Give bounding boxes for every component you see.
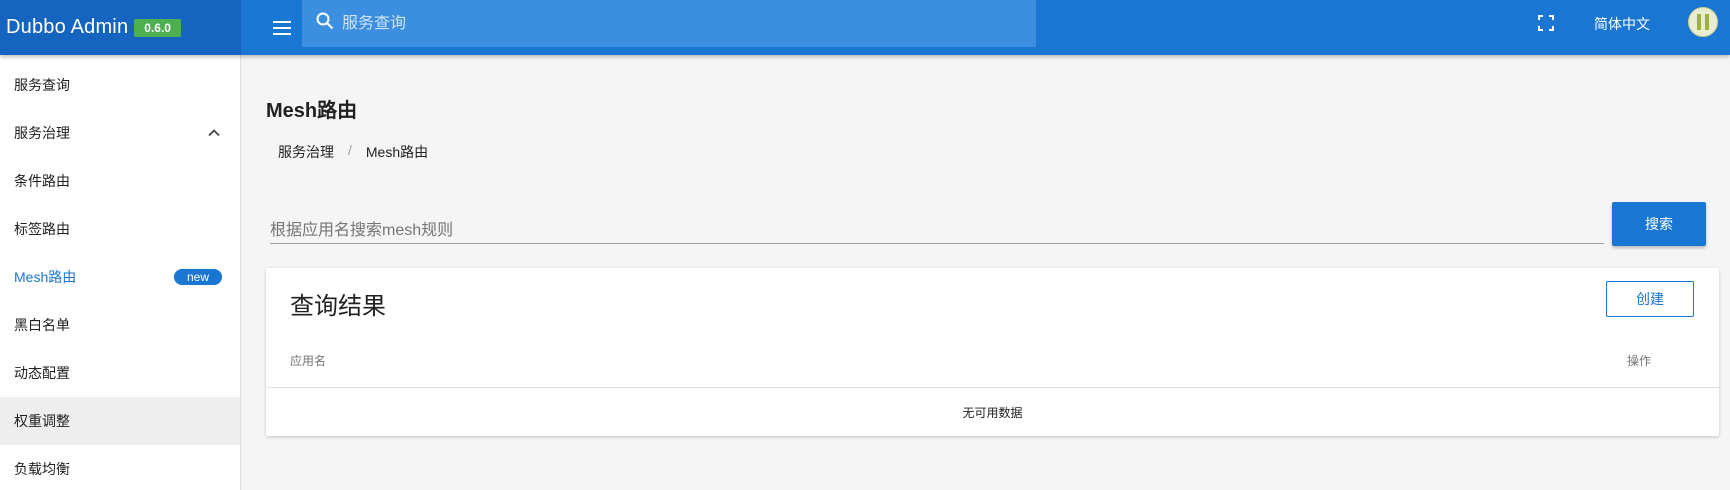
sidebar-item-weight-adjust[interactable]: 权重调整 [0, 397, 240, 445]
empty-state-text: 无可用数据 [962, 406, 1023, 420]
sidebar-item-mesh-route[interactable]: Mesh路由 new [0, 253, 240, 301]
sidebar-item-tag-route[interactable]: 标签路由 [0, 205, 240, 253]
sidebar-item-service-query[interactable]: 服务查询 [0, 61, 240, 109]
mesh-rule-search-input[interactable] [270, 208, 1604, 246]
sidebar-item-label: 服务查询 [14, 77, 70, 93]
page-title: Mesh路由 [266, 100, 358, 122]
brand[interactable]: Dubbo Admin 0.6.0 [0, 0, 241, 55]
column-header-app-name[interactable]: 应用名 [290, 352, 326, 369]
global-search-input[interactable] [342, 14, 1002, 33]
sidebar-item-dynamic-config[interactable]: 动态配置 [0, 349, 240, 397]
sidebar-item-label: 服务治理 [14, 125, 70, 141]
table-divider [266, 387, 1719, 388]
sidebar-item-label: Mesh路由 [14, 269, 77, 285]
create-button[interactable]: 创建 [1606, 281, 1694, 317]
chevron-up-icon [206, 125, 222, 141]
fullscreen-icon[interactable] [1535, 12, 1557, 34]
sidebar-item-service-governance[interactable]: 服务治理 [0, 109, 240, 157]
results-title: 查询结果 [290, 293, 386, 320]
sidebar-item-label: 标签路由 [14, 221, 70, 237]
sidebar-item-label: 负载均衡 [14, 461, 70, 477]
avatar[interactable] [1688, 7, 1718, 37]
sidebar-item-label: 动态配置 [14, 365, 70, 381]
breadcrumb-separator: / [348, 142, 352, 158]
sidebar: 服务查询 服务治理 条件路由 标签路由 Mesh路由 new 黑白名单 动态配置… [0, 55, 241, 490]
sidebar-item-label: 权重调整 [14, 413, 70, 429]
mesh-rule-search [270, 208, 1604, 246]
sidebar-item-condition-route[interactable]: 条件路由 [0, 157, 240, 205]
breadcrumb: 服务治理 / Mesh路由 [278, 142, 428, 162]
search-icon [316, 12, 334, 35]
search-button[interactable]: 搜索 [1612, 202, 1706, 246]
version-badge: 0.6.0 [134, 18, 181, 37]
breadcrumb-item-governance[interactable]: 服务治理 [278, 142, 334, 162]
results-card: 查询结果 创建 应用名 操作 无可用数据 [266, 268, 1719, 436]
language-selector[interactable]: 简体中文 [1594, 14, 1650, 34]
sidebar-item-label: 黑白名单 [14, 317, 70, 333]
global-search [302, 0, 1036, 47]
app-title: Dubbo Admin [6, 16, 129, 38]
top-app-bar: Dubbo Admin 0.6.0 简体中文 [0, 0, 1730, 55]
sidebar-item-label: 条件路由 [14, 173, 70, 189]
column-header-actions: 操作 [1627, 354, 1652, 368]
sidebar-item-load-balance[interactable]: 负载均衡 [0, 445, 240, 490]
new-badge: new [173, 269, 222, 285]
breadcrumb-item-mesh-route: Mesh路由 [365, 144, 429, 160]
sidebar-item-access-control[interactable]: 黑白名单 [0, 301, 240, 349]
hamburger-icon[interactable] [266, 12, 298, 44]
